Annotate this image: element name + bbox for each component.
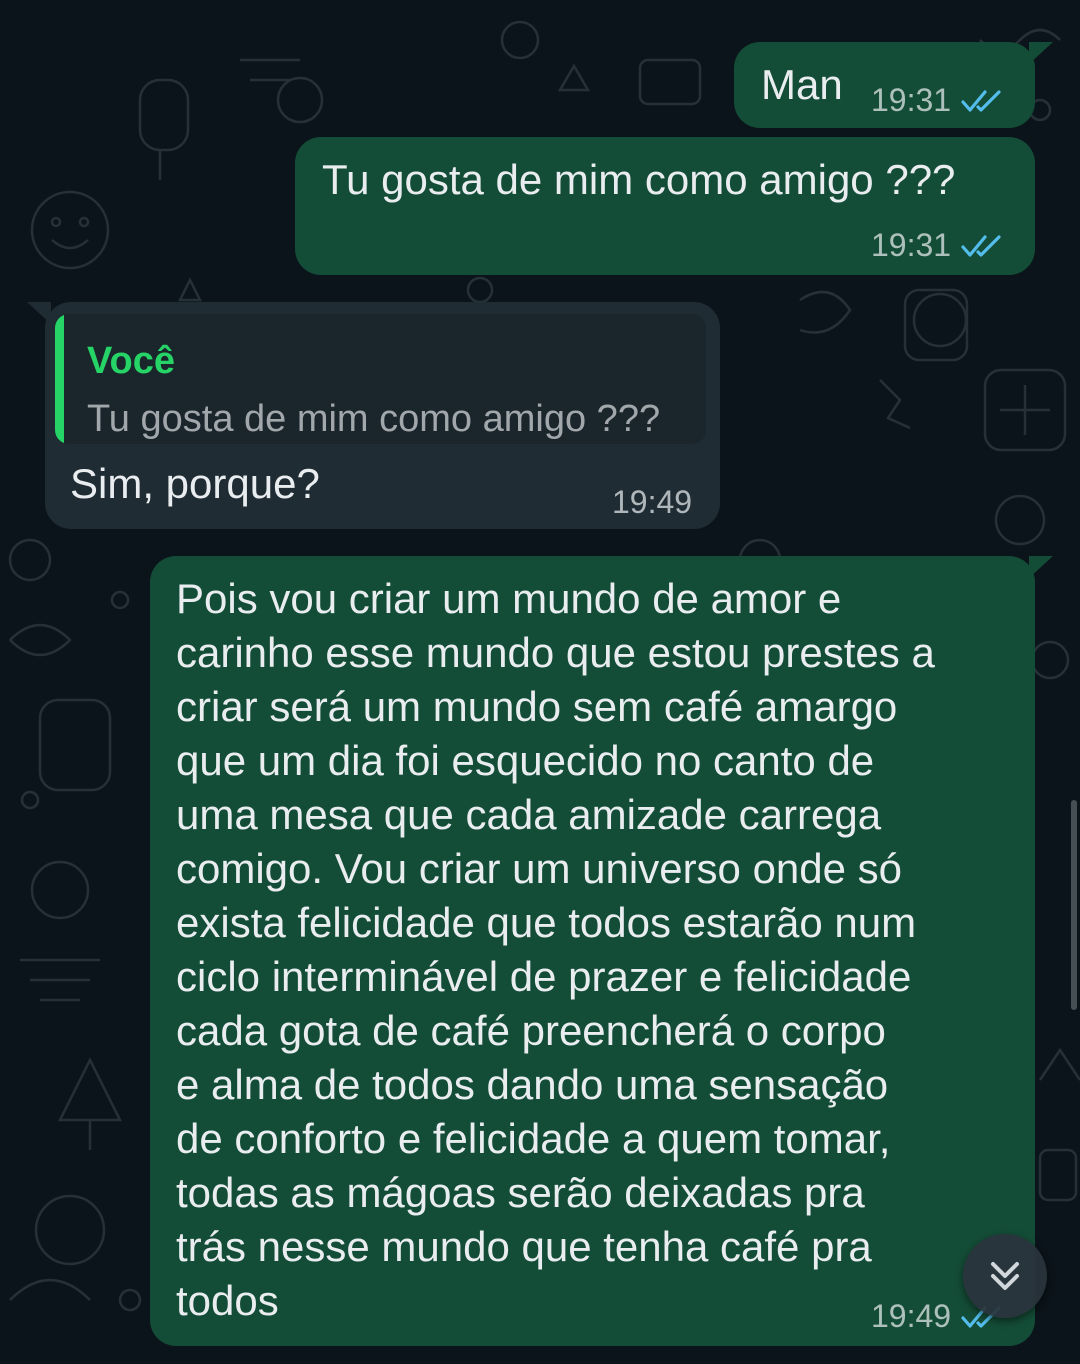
quote-text: Tu gosta de mim como amigo ??? <box>87 398 661 440</box>
message-meta: 19:49 <box>612 484 692 521</box>
bubble-tail <box>1029 42 1053 64</box>
outgoing-message-bubble[interactable]: Man 19:31 <box>734 42 1053 128</box>
message-time: 19:49 <box>612 484 693 520</box>
message-time: 19:49 <box>871 1298 952 1334</box>
quote-author: Você <box>87 340 176 382</box>
double-check-read-icon <box>961 89 1001 112</box>
message-time: 19:31 <box>871 82 952 118</box>
double-check-read-icon <box>961 234 1001 257</box>
quote-accent-bar <box>55 314 64 444</box>
quoted-message[interactable]: Você Tu gosta de mim como amigo ??? <box>55 314 706 444</box>
outgoing-message-bubble[interactable]: Pois vou criar um mundo de amor e carinh… <box>150 556 1053 1346</box>
message-text: Man <box>761 61 843 108</box>
message-text: Pois vou criar um mundo de amor e carinh… <box>176 575 935 1324</box>
chevrons-down-icon <box>991 1262 1019 1290</box>
bubble-tail <box>1029 556 1053 578</box>
message-meta: 19:31 <box>871 82 1005 119</box>
message-meta: 19:31 <box>871 227 1005 264</box>
message-text: Tu gosta de mim como amigo ??? <box>322 156 956 203</box>
outgoing-message-bubble[interactable]: Tu gosta de mim como amigo ??? 19:31 <box>295 137 1035 275</box>
message-text: Sim, porque? <box>70 460 320 507</box>
incoming-message-bubble[interactable]: Você Tu gosta de mim como amigo ??? Sim,… <box>27 302 720 529</box>
scroll-to-bottom-button[interactable] <box>963 1234 1047 1318</box>
bubble-tail <box>27 302 51 324</box>
scrollbar-thumb[interactable] <box>1071 800 1077 1010</box>
message-time: 19:31 <box>871 227 952 263</box>
